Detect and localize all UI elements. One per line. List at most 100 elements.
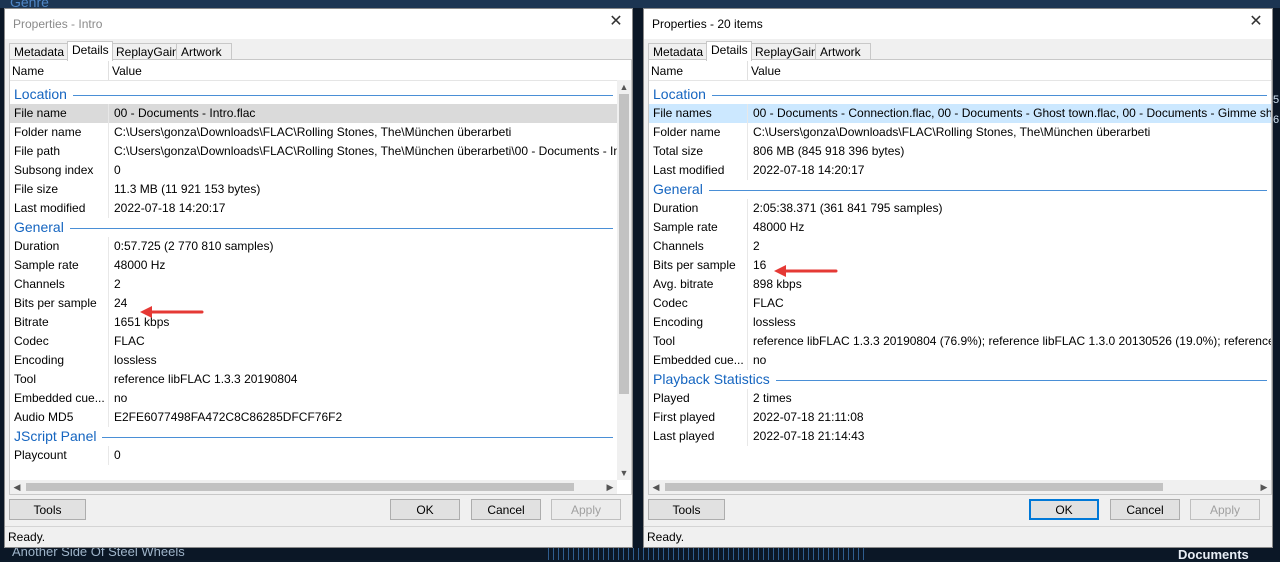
properties-dialog-20-items: Properties - 20 items ✕ Metadata Details… (643, 8, 1273, 548)
property-row[interactable]: Duration 2:05:38.371 (361 841 795 samples… (649, 199, 1271, 218)
property-row[interactable]: Last played 2022-07-18 21:14:43 (649, 427, 1271, 446)
column-name[interactable]: Name (12, 64, 44, 78)
tab-details[interactable]: Details (67, 41, 113, 61)
property-row[interactable]: Encoding lossless (649, 313, 1271, 332)
row-divider (747, 104, 748, 123)
property-value: reference libFLAC 1.3.3 20190804 (76.9%)… (753, 334, 1271, 348)
vertical-scrollbar[interactable]: ▲ ▼ (617, 80, 631, 480)
property-row[interactable]: Bitrate 1651 kbps (10, 313, 617, 332)
ok-button[interactable]: OK (1029, 499, 1099, 520)
property-row[interactable]: File path C:\Users\gonza\Downloads\FLAC\R… (10, 142, 617, 161)
property-row[interactable]: Codec FLAC (10, 332, 617, 351)
property-row[interactable]: Embedded cue... no (649, 351, 1271, 370)
property-value: reference libFLAC 1.3.3 20190804 (114, 372, 298, 386)
scroll-down-icon[interactable]: ▼ (617, 466, 631, 480)
property-rows: Location File names 00 - Documents - Conne… (649, 85, 1271, 446)
property-row[interactable]: Folder name C:\Users\gonza\Downloads\FLAC… (649, 123, 1271, 142)
property-row[interactable]: Total size 806 MB (845 918 396 bytes) (649, 142, 1271, 161)
section-divider (14, 437, 613, 438)
row-divider (108, 142, 109, 161)
property-value: 00 - Documents - Intro.flac (114, 106, 256, 120)
property-row[interactable]: Embedded cue... no (10, 389, 617, 408)
property-row[interactable]: Tool reference libFLAC 1.3.3 20190804 (76… (649, 332, 1271, 351)
column-name[interactable]: Name (651, 64, 683, 78)
column-header: Name Value (649, 60, 1271, 81)
row-divider (108, 446, 109, 465)
window-title: Properties - Intro (13, 17, 103, 31)
section-title: Location (653, 85, 712, 104)
property-row[interactable]: First played 2022-07-18 21:11:08 (649, 408, 1271, 427)
tab-artwork[interactable]: Artwork (815, 43, 871, 60)
status-bar: Ready. (644, 526, 1272, 547)
scroll-thumb[interactable] (26, 483, 574, 491)
cancel-button[interactable]: Cancel (471, 499, 541, 520)
property-value: 806 MB (845 918 396 bytes) (753, 144, 905, 158)
row-divider (108, 294, 109, 313)
tab-replaygain[interactable]: ReplayGain (111, 43, 181, 60)
horizontal-scrollbar[interactable]: ◀ ▶ (10, 480, 617, 494)
property-row[interactable]: Codec FLAC (649, 294, 1271, 313)
property-row[interactable]: Avg. bitrate 898 kbps (649, 275, 1271, 294)
property-row[interactable]: Last modified 2022-07-18 14:20:17 (649, 161, 1271, 180)
property-name: Played (653, 391, 690, 405)
title-bar[interactable]: Properties - 20 items ✕ (644, 9, 1272, 39)
property-row[interactable]: Channels 2 (10, 275, 617, 294)
tab-metadata[interactable]: Metadata (9, 43, 73, 60)
property-row[interactable]: File names 00 - Documents - Connection.fl… (649, 104, 1271, 123)
horizontal-scrollbar[interactable]: ◀ ▶ (649, 480, 1271, 494)
section-header: Location (10, 85, 617, 104)
column-value[interactable]: Value (112, 64, 142, 78)
scroll-right-icon[interactable]: ▶ (1257, 480, 1271, 494)
property-value: C:\Users\gonza\Downloads\FLAC\Rolling St… (753, 125, 1151, 139)
property-row[interactable]: Channels 2 (649, 237, 1271, 256)
property-value: no (114, 391, 128, 405)
scroll-thumb[interactable] (665, 483, 1163, 491)
tab-metadata[interactable]: Metadata (648, 43, 712, 60)
property-value: 2 (753, 239, 760, 253)
close-icon[interactable]: ✕ (608, 14, 624, 30)
property-row[interactable]: Tool reference libFLAC 1.3.3 20190804 (10, 370, 617, 389)
column-divider[interactable] (747, 60, 748, 80)
property-name: Duration (653, 201, 699, 215)
property-row[interactable]: Playcount 0 (10, 446, 617, 465)
property-row[interactable]: Bits per sample 24 (10, 294, 617, 313)
property-row[interactable]: Sample rate 48000 Hz (10, 256, 617, 275)
annotation-arrow-icon (140, 306, 204, 318)
property-row[interactable]: Played 2 times (649, 389, 1271, 408)
row-divider (108, 408, 109, 427)
ok-button[interactable]: OK (390, 499, 460, 520)
tools-button[interactable]: Tools (648, 499, 725, 520)
section-title: General (653, 180, 709, 199)
edge-digit: 5 (1273, 94, 1280, 106)
scroll-left-icon[interactable]: ◀ (649, 480, 663, 494)
property-row[interactable]: Folder name C:\Users\gonza\Downloads\FLAC… (10, 123, 617, 142)
scroll-left-icon[interactable]: ◀ (10, 480, 24, 494)
player-top-strip (0, 0, 1280, 8)
property-row[interactable]: Encoding lossless (10, 351, 617, 370)
property-value: 2022-07-18 14:20:17 (114, 201, 226, 215)
apply-button[interactable]: Apply (551, 499, 621, 520)
property-row[interactable]: File name 00 - Documents - Intro.flac (10, 104, 617, 123)
column-divider[interactable] (108, 60, 109, 80)
scroll-right-icon[interactable]: ▶ (603, 480, 617, 494)
property-row[interactable]: Duration 0:57.725 (2 770 810 samples) (10, 237, 617, 256)
scroll-thumb[interactable] (619, 94, 629, 394)
column-value[interactable]: Value (751, 64, 781, 78)
property-row[interactable]: Audio MD5 E2FE6077498FA472C8C86285DFCF76F… (10, 408, 617, 427)
cancel-button[interactable]: Cancel (1110, 499, 1180, 520)
tab-details[interactable]: Details (706, 41, 752, 61)
property-row[interactable]: Bits per sample 16 (649, 256, 1271, 275)
tools-button[interactable]: Tools (9, 499, 86, 520)
property-row[interactable]: File size 11.3 MB (11 921 153 bytes) (10, 180, 617, 199)
property-row[interactable]: Sample rate 48000 Hz (649, 218, 1271, 237)
row-divider (747, 142, 748, 161)
tab-artwork[interactable]: Artwork (176, 43, 232, 60)
title-bar[interactable]: Properties - Intro ✕ (5, 9, 632, 39)
scroll-up-icon[interactable]: ▲ (617, 80, 631, 94)
tab-replaygain[interactable]: ReplayGain (750, 43, 820, 60)
property-row[interactable]: Last modified 2022-07-18 14:20:17 (10, 199, 617, 218)
property-name: Bits per sample (14, 296, 97, 310)
apply-button[interactable]: Apply (1190, 499, 1260, 520)
close-icon[interactable]: ✕ (1248, 14, 1264, 30)
property-row[interactable]: Subsong index 0 (10, 161, 617, 180)
